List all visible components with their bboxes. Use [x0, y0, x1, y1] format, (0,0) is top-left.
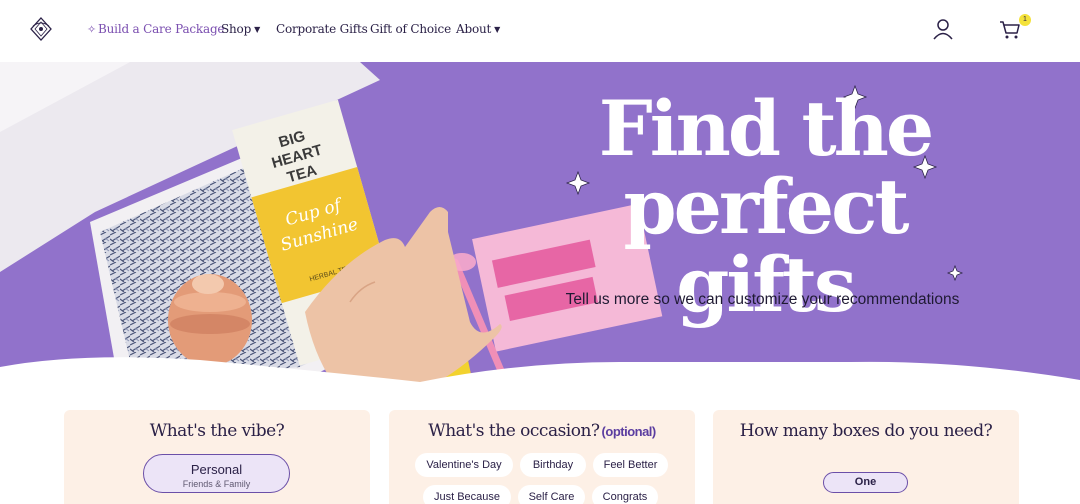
- vibe-personal-button[interactable]: Personal Friends & Family: [143, 454, 290, 493]
- vibe-card-title: What's the vibe?: [149, 421, 285, 441]
- occasion-chip-just-because[interactable]: Just Because: [423, 485, 511, 504]
- occasion-chip-congrats[interactable]: Congrats: [592, 485, 658, 504]
- occasion-chip-feel-better[interactable]: Feel Better: [593, 453, 668, 477]
- sparkle-icon: ✧: [87, 23, 97, 36]
- occasion-title-text: What's the occasion?: [428, 421, 600, 441]
- occasion-card-title: What's the occasion? (optional): [389, 421, 695, 441]
- nav-build-label: Build a Care Package: [98, 22, 225, 36]
- boxes-one-button[interactable]: One: [823, 472, 908, 493]
- occasion-optional-label: (optional): [601, 424, 657, 439]
- hero-subtitle: Tell us more so we can customize your re…: [565, 291, 960, 308]
- brand-logo-icon[interactable]: [29, 17, 53, 41]
- nav-about[interactable]: About ▼: [456, 22, 500, 36]
- vibe-card: What's the vibe? Personal Friends & Fami…: [64, 410, 370, 504]
- occasion-chip-valentines-day[interactable]: Valentine's Day: [415, 453, 513, 477]
- nav-about-label: About: [456, 22, 492, 36]
- occasion-card: What's the occasion? (optional) Valentine…: [389, 410, 695, 504]
- vibe-personal-label: Personal: [190, 462, 243, 477]
- boxes-card-title: How many boxes do you need?: [739, 421, 993, 441]
- cart-count-badge: 1: [1019, 14, 1031, 26]
- site-header: ✧ Build a Care Package Shop ▼ Corporate Gi…: [0, 0, 1080, 62]
- hero-title-line1: Find the: [598, 84, 934, 173]
- chevron-down-icon: ▼: [494, 25, 501, 34]
- chevron-down-icon: ▼: [254, 25, 261, 34]
- hero-banner: BIG HEART TEA Cup of Sunshine HERBAL TEA…: [0, 62, 1080, 392]
- boxes-card: How many boxes do you need? One: [713, 410, 1019, 504]
- nav-build-care-package[interactable]: ✧ Build a Care Package: [87, 22, 225, 36]
- user-icon[interactable]: [931, 17, 955, 41]
- vibe-personal-sublabel: Friends & Family: [182, 479, 251, 489]
- nav-corporate-gifts[interactable]: Corporate Gifts: [276, 22, 368, 36]
- hero-title: Find the perfect gifts: [530, 90, 1000, 324]
- nav-shop-label: Shop: [221, 22, 252, 36]
- nav-gift-of-choice[interactable]: Gift of Choice: [370, 22, 451, 36]
- nav-shop[interactable]: Shop ▼: [221, 22, 260, 36]
- occasion-chip-self-care[interactable]: Self Care: [518, 485, 585, 504]
- nav-corporate-label: Corporate Gifts: [276, 22, 368, 36]
- occasion-chip-birthday[interactable]: Birthday: [520, 453, 586, 477]
- nav-gift-of-choice-label: Gift of Choice: [370, 22, 451, 36]
